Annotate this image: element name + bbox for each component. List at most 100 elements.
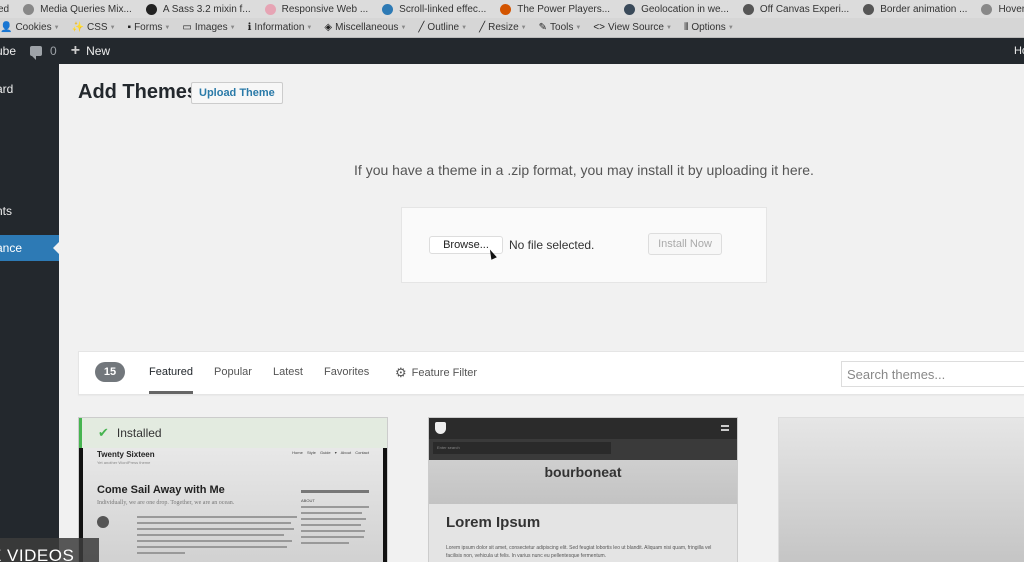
devtoolbar-menu-css[interactable]: ✨ CSS ▼ (72, 22, 116, 33)
tab-popular[interactable]: Popular (214, 366, 252, 378)
preview-hero: bourboneat (429, 460, 737, 504)
preview-sidebar-rule (301, 490, 369, 493)
bookmark-label: Geolocation in we... (641, 3, 729, 15)
theme-card-placeholder[interactable] (778, 417, 1024, 562)
preview-post-title: Come Sail Away with Me (97, 484, 225, 496)
preview-site-title: Twenty Sixteen (97, 450, 155, 459)
bookmark-item[interactable]: Responsive Web ... (264, 3, 369, 15)
preview-tagline: Yet another WordPress theme (97, 460, 151, 465)
tab-featured[interactable]: Featured (149, 366, 194, 394)
caret-down-icon: ▼ (306, 24, 313, 31)
preview-body: Lorem Ipsum Lorem ipsum dolor sit amet, … (429, 504, 737, 562)
bookmark-item[interactable]: A Sass 3.2 mixin f... (145, 3, 251, 15)
sidebar-item-label: nts (0, 204, 13, 218)
bookmark-label: Responsive Web ... (281, 3, 369, 15)
feature-filter-button[interactable]: ⚙ Feature Filter (395, 365, 477, 381)
bookmark-item[interactable]: Border animation ... (863, 3, 968, 15)
theme-count-badge: 15 (95, 362, 125, 382)
devtoolbar-menu-information[interactable]: ℹ Information ▼ (248, 22, 313, 33)
sidebar-item-appearance[interactable]: ance (0, 235, 59, 261)
codepen-icon (863, 3, 875, 15)
bookmark-label: Off Canvas Experi... (759, 3, 850, 15)
admin-sidebar: ard nts ance (0, 64, 59, 562)
preview-header (429, 418, 737, 439)
icu-icon (500, 3, 512, 15)
site-name-link[interactable]: ube (0, 44, 16, 58)
bookmark-item[interactable]: Hover... (981, 3, 1024, 15)
devtoolbar-menu-options[interactable]: ⦀ Options ▼ (684, 22, 734, 33)
gear-icon: ⚙ (395, 365, 407, 380)
theme-card-twenty-sixteen[interactable]: ✔ Installed Twenty Sixteen Yet another W… (78, 417, 388, 562)
bookmark-item[interactable]: ed (0, 4, 9, 15)
caret-down-icon: ▼ (461, 24, 468, 31)
devtoolbar-menu-images[interactable]: ▭ Images ▼ (182, 22, 235, 33)
howdy-account-link[interactable]: Ho (1014, 45, 1024, 57)
devtoolbar-menu-label: View Source (608, 22, 664, 33)
upload-description: If you have a theme in a .zip format, yo… (354, 162, 814, 178)
upload-theme-button[interactable]: Upload Theme (191, 82, 283, 104)
preview-search-box: Enter search (433, 442, 611, 454)
sidebar-item-dashboard[interactable]: ard (0, 76, 59, 102)
bookmark-label: Border animation ... (880, 3, 968, 15)
caret-down-icon: ▼ (53, 24, 60, 31)
theme-card-bourboneat[interactable]: Enter search bourboneat Lorem Ipsum Lore… (428, 417, 738, 562)
bookmark-item[interactable]: Geolocation in we... (624, 3, 729, 15)
images-icon: ▭ (182, 22, 192, 33)
devtoolbar-menu-outline[interactable]: ╱ Outline ▼ (418, 22, 467, 33)
installed-label: Installed (116, 426, 162, 440)
devtoolbar-menu-resize[interactable]: ╱ Resize ▼ (479, 22, 527, 33)
bookmark-label: The Power Players... (517, 3, 611, 15)
tab-latest[interactable]: Latest (273, 366, 303, 378)
search-themes-input[interactable] (841, 361, 1024, 387)
comments-link[interactable]: 0 (30, 44, 57, 60)
preview-search-row: Enter search (429, 439, 737, 460)
bookmark-label: A Sass 3.2 mixin f... (162, 3, 251, 15)
codepen-icon (742, 3, 754, 15)
caret-down-icon: ▼ (164, 24, 171, 31)
shield-logo-icon (435, 422, 446, 434)
bookmarks-bar: ed Media Queries Mix... A Sass 3.2 mixin f… (0, 0, 1024, 18)
bookmark-label: Scroll-linked effec... (399, 3, 487, 15)
css-wand-icon: ✨ (71, 22, 84, 33)
bookmark-item[interactable]: Off Canvas Experi... (742, 3, 850, 15)
tools-icon: ✎ (538, 22, 548, 33)
page-title: Add Themes (78, 81, 199, 103)
hamburger-menu-icon (721, 425, 729, 431)
video-overlay-text: E VIDEOS (0, 546, 75, 562)
preview-sidebar-text (301, 506, 369, 548)
globe-icon (981, 3, 993, 15)
bookmark-label: Hover... (998, 3, 1024, 15)
caret-down-icon: ▼ (229, 24, 236, 31)
devtoolbar-menu-label: Cookies (15, 22, 52, 33)
devtoolbar-menu-forms[interactable]: ▪ Forms ▼ (128, 22, 171, 33)
devtoolbar-menu-label: Forms (134, 22, 163, 33)
cookies-icon: 👤 (0, 22, 13, 33)
caret-down-icon: ▼ (665, 24, 672, 31)
bookmark-item[interactable]: Scroll-linked effec... (382, 3, 487, 15)
bookmark-item[interactable]: The Power Players... (500, 3, 611, 15)
devtoolbar-menu-tools[interactable]: ✎ Tools ▼ (539, 22, 582, 33)
devtoolbar-menu-label: Outline (427, 22, 460, 33)
plus-icon: + (70, 42, 81, 59)
sidebar-item-comments[interactable]: nts (0, 198, 59, 224)
devtoolbar-menu-label: Options (691, 22, 726, 33)
preview-avatar (97, 516, 109, 528)
install-now-button[interactable]: Install Now (648, 233, 722, 255)
sidebar-item-label: ance (0, 241, 23, 255)
devtoolbar-menu-view-source[interactable]: <> View Source ▼ (593, 22, 672, 33)
devtoolbar-menu-miscellaneous[interactable]: ◈ Miscellaneous ▼ (324, 22, 406, 33)
check-icon: ✔ (98, 425, 109, 440)
miscellaneous-icon: ◈ (324, 22, 333, 33)
bookmark-item[interactable]: Media Queries Mix... (23, 3, 132, 15)
web-developer-toolbar: 👤 Cookies ▼ ✨ CSS ▼ ▪ Forms ▼ ▭ Images ▼ ℹ Informatio… (0, 18, 1024, 38)
view-source-icon: <> (593, 22, 606, 33)
options-icon: ⦀ (683, 22, 689, 33)
devtoolbar-menu-cookies[interactable]: 👤 Cookies ▼ (0, 22, 60, 33)
screen: ed Media Queries Mix... A Sass 3.2 mixin f… (0, 0, 1024, 562)
devtoolbar-menu-label: Tools (550, 22, 574, 33)
star-icon (264, 3, 276, 15)
devtoolbar-menu-label: Images (194, 22, 228, 33)
new-content-link[interactable]: + New (71, 43, 110, 59)
tab-favorites[interactable]: Favorites (324, 366, 369, 378)
new-label: New (86, 44, 111, 58)
